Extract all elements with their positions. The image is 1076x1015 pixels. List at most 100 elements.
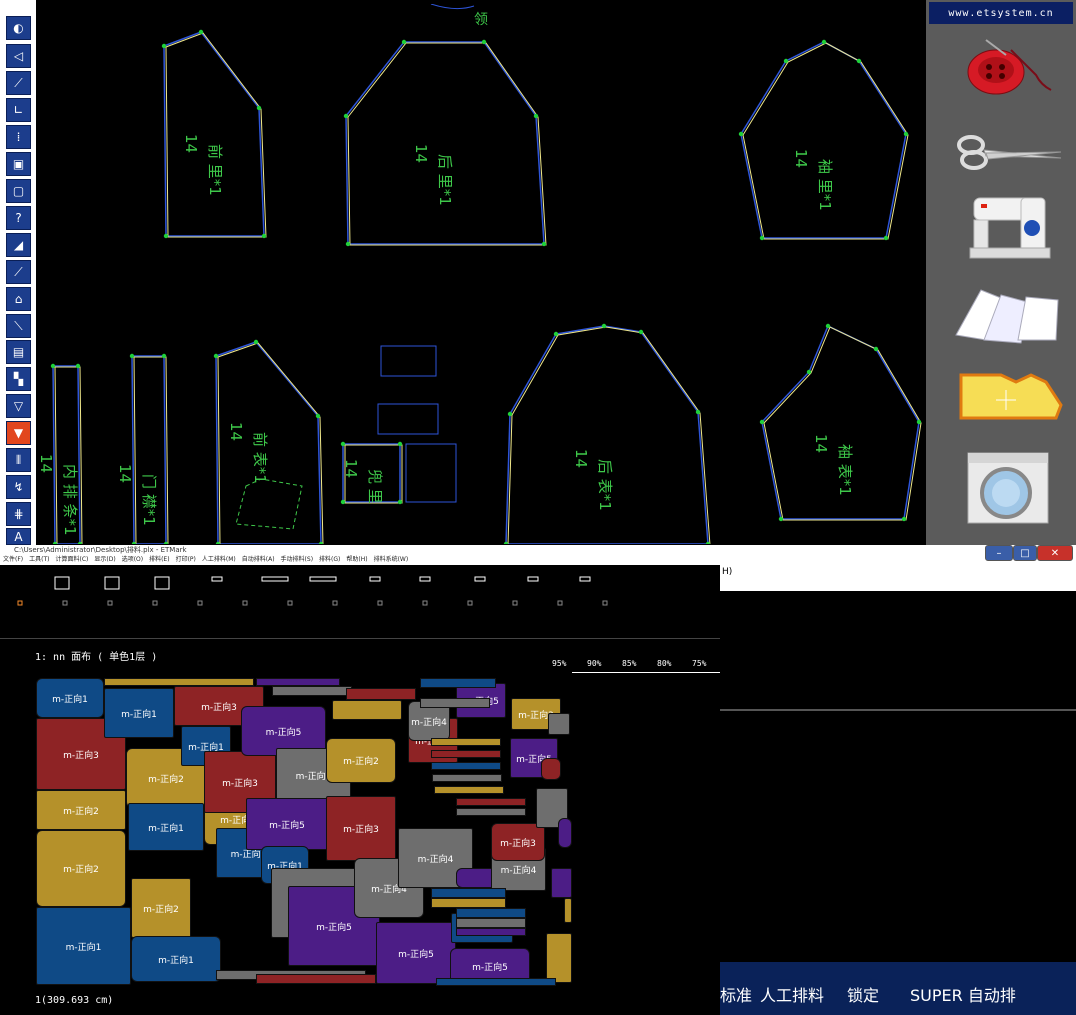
pattern-point[interactable]: [638, 329, 644, 335]
split-icon[interactable]: ⁞: [6, 125, 31, 149]
marker-piece[interactable]: m-正向2: [131, 878, 191, 938]
pattern-point[interactable]: [759, 419, 765, 425]
pattern-point[interactable]: [541, 241, 547, 247]
pattern-canvas[interactable]: 领 14 前 里*1 14 后 里*1 14 袖 里*1 14 内 排 条*1 14 门 襟*1 1…: [36, 3, 926, 547]
pattern-point[interactable]: [345, 241, 351, 247]
piece-thumbnail[interactable]: [579, 576, 591, 582]
pattern-point[interactable]: [825, 323, 831, 329]
marker-piece[interactable]: m-正向5: [376, 922, 456, 984]
funnel-icon[interactable]: ▽: [6, 394, 31, 418]
marker-strip-piece[interactable]: [346, 688, 416, 700]
menu-item[interactable]: 手动排料(S): [281, 556, 314, 563]
graph-icon[interactable]: ⟋: [6, 260, 31, 284]
pattern-point[interactable]: [601, 323, 607, 329]
button-thread-icon[interactable]: [926, 30, 1076, 110]
marker-piece[interactable]: m-正向1: [36, 907, 131, 985]
pattern-point[interactable]: [533, 113, 539, 119]
pattern-point[interactable]: [401, 39, 407, 45]
shape-icon[interactable]: ◢: [6, 233, 31, 257]
notch-icon[interactable]: ⌂: [6, 287, 31, 311]
pattern-point[interactable]: [261, 233, 267, 239]
marker-strip-piece[interactable]: [104, 678, 254, 686]
small-pattern-piece[interactable]: [380, 345, 437, 377]
pattern-point[interactable]: [129, 353, 135, 359]
pattern-point[interactable]: [161, 353, 167, 359]
menu-item[interactable]: 工具(T): [29, 556, 49, 563]
piece-thumbnail[interactable]: [154, 576, 170, 590]
pattern-point[interactable]: [50, 363, 56, 369]
pattern-piece-inner-placket[interactable]: 14 内 排 条*1: [37, 363, 83, 547]
grade-icon[interactable]: ▚: [6, 367, 31, 391]
piece-thumbnail[interactable]: [369, 576, 381, 582]
piece-strip[interactable]: [0, 565, 720, 615]
pattern-point[interactable]: [343, 113, 349, 119]
frame-icon[interactable]: ▣: [6, 152, 31, 176]
marker-strip-piece[interactable]: [431, 750, 501, 758]
pattern-point[interactable]: [901, 516, 907, 522]
slash-icon[interactable]: ⟍: [6, 314, 31, 338]
pattern-point[interactable]: [883, 235, 889, 241]
rotate-icon[interactable]: ◐: [6, 16, 31, 40]
triangle-icon[interactable]: ◁: [6, 44, 31, 68]
marker-strip-piece[interactable]: [272, 686, 352, 696]
marker-piece[interactable]: m-正向1: [104, 688, 174, 738]
pattern-point[interactable]: [198, 29, 204, 35]
frame2-icon[interactable]: ▢: [6, 179, 31, 203]
menu-item[interactable]: 选项(O): [122, 556, 143, 563]
close-button[interactable]: ✕: [1037, 545, 1073, 561]
menu-item[interactable]: 人工排料(M): [202, 556, 236, 563]
marker-piece[interactable]: m-正向5: [246, 798, 328, 850]
marker-piece[interactable]: m-正向2: [36, 830, 126, 907]
pattern-point[interactable]: [503, 541, 509, 547]
marker-piece[interactable]: m-正向3: [326, 796, 396, 861]
piece-thumbnail[interactable]: [211, 576, 223, 582]
piece-thumbnail[interactable]: [474, 576, 486, 582]
marker-strip-piece[interactable]: [420, 698, 490, 708]
marker-strip-piece[interactable]: [256, 678, 340, 686]
small-pattern-piece[interactable]: [405, 443, 457, 503]
pattern-point[interactable]: [507, 411, 513, 417]
piece-thumbnail[interactable]: [261, 576, 289, 582]
marker-piece[interactable]: [546, 933, 572, 983]
funnel2-icon[interactable]: ▼: [6, 421, 31, 445]
help-icon[interactable]: ?: [6, 206, 31, 230]
lock-button[interactable]: 锁定: [847, 982, 879, 1006]
marker-piece[interactable]: [558, 818, 572, 848]
marker-strip-piece[interactable]: [256, 974, 376, 984]
marker-strip-piece[interactable]: [432, 774, 502, 782]
pattern-piece-front-outer[interactable]: 14 前 表*1: [213, 339, 324, 547]
pattern-point[interactable]: [553, 331, 559, 337]
pattern-piece-back-lining[interactable]: 14 后 里*1: [343, 39, 547, 247]
piece-thumbnail[interactable]: [419, 576, 431, 582]
text-icon[interactable]: A: [6, 528, 31, 545]
pattern-point[interactable]: [213, 353, 219, 359]
marker-strip-piece[interactable]: [420, 678, 496, 688]
menu-item[interactable]: 文件(F): [3, 556, 23, 563]
marker-piece[interactable]: m-正向2: [326, 738, 396, 783]
pattern-point[interactable]: [695, 409, 701, 415]
marker-piece[interactable]: m-正向1: [36, 678, 104, 718]
marker-piece[interactable]: [548, 713, 570, 735]
marker-piece[interactable]: m-正向1: [131, 936, 221, 982]
pattern-point[interactable]: [873, 346, 879, 352]
pattern-piece-front-lining[interactable]: 14 前 里*1: [161, 29, 267, 239]
pattern-point[interactable]: [916, 419, 922, 425]
pattern-point[interactable]: [397, 441, 403, 447]
marker-piece[interactable]: [332, 700, 402, 720]
pattern-point[interactable]: [163, 233, 169, 239]
pattern-point[interactable]: [738, 131, 744, 137]
washing-machine-icon[interactable]: [926, 445, 1076, 525]
marker-strip-piece[interactable]: [456, 808, 526, 816]
pattern-point[interactable]: [253, 339, 259, 345]
pattern-point[interactable]: [806, 369, 812, 375]
piece-thumbnail[interactable]: [54, 576, 70, 590]
maximize-button[interactable]: □: [1013, 545, 1037, 561]
pattern-point[interactable]: [315, 413, 321, 419]
piece-thumbnail[interactable]: [104, 576, 120, 590]
menu-item[interactable]: 排料系统(W): [374, 556, 409, 563]
line-icon[interactable]: ⟋: [6, 71, 31, 95]
pattern-point[interactable]: [256, 105, 262, 111]
pattern-piece-sleeve-lining[interactable]: 14 袖 里*1: [738, 39, 909, 241]
menu-item[interactable]: 计算面料(C): [56, 556, 89, 563]
marker-strip-piece[interactable]: [431, 898, 506, 908]
